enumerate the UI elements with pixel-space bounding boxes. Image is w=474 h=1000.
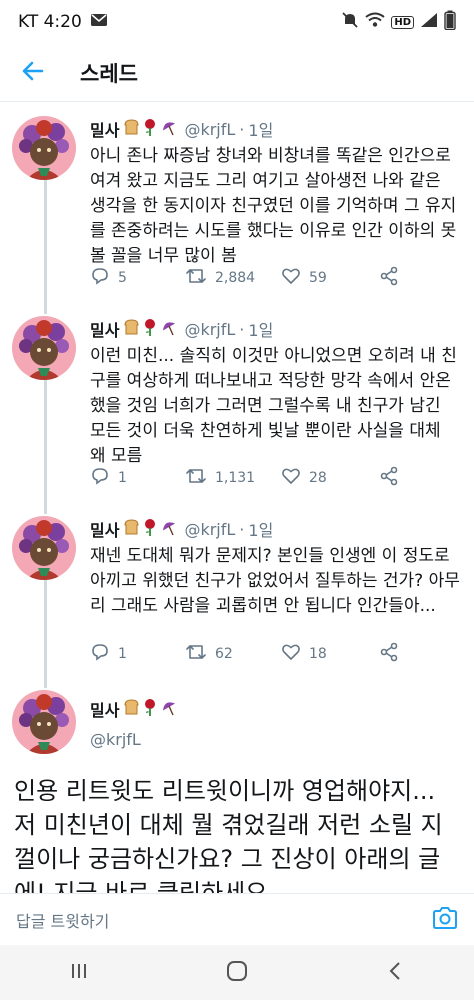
share-button[interactable] (379, 266, 409, 290)
arrow-left-icon (22, 61, 44, 85)
avatar[interactable] (12, 116, 76, 180)
handle[interactable]: @krjfL (184, 320, 235, 339)
share-icon (379, 642, 399, 666)
heart-icon (281, 642, 301, 666)
retweet-button[interactable]: 2,884 (185, 266, 281, 290)
chevron-left-icon (388, 961, 402, 985)
avatar[interactable] (12, 690, 76, 754)
reply-button[interactable]: 1 (90, 466, 185, 490)
like-button[interactable]: 18 (281, 642, 379, 666)
reply-count: 5 (118, 270, 127, 286)
timestamp[interactable]: 1일 (248, 117, 273, 141)
timestamp[interactable]: 1일 (248, 517, 273, 541)
avatar[interactable] (12, 516, 76, 580)
umbrella-icon (160, 118, 178, 140)
system-back-button[interactable] (355, 953, 435, 993)
tweet-actions: 1 1,131 28 (90, 466, 409, 490)
reply-button[interactable]: 1 (90, 642, 185, 666)
like-count: 59 (309, 270, 327, 286)
thread-header: 스레드 (0, 44, 474, 102)
author-block[interactable]: 밀사 @krjfL (90, 690, 178, 749)
home-button[interactable] (197, 953, 277, 993)
reply-count: 1 (118, 646, 127, 662)
focused-tweet[interactable]: 밀사 @krjfL 인용 리트윗도 리트윗이니까 영업해야지... 저 미친년이… (0, 690, 474, 893)
retweet-icon (185, 266, 207, 290)
like-count: 28 (309, 470, 327, 486)
share-icon (379, 466, 399, 490)
thread-tweet[interactable]: 밀사 @krjfL · 1일 재넨 도대체 뭐가 문제지? 본인들 인생엔 이 … (0, 516, 474, 681)
back-button[interactable] (0, 44, 66, 102)
display-name[interactable]: 밀사 (90, 517, 119, 541)
retweet-button[interactable]: 1,131 (185, 466, 281, 490)
page-title: 스레드 (80, 61, 138, 86)
system-nav-bar (0, 945, 474, 1000)
mute-icon (341, 11, 359, 33)
rose-icon (143, 318, 157, 340)
tweet-text: 아니 존나 짜증남 창녀와 비창녀를 똑같은 인간으로 여겨 왔고 지금도 그리… (90, 146, 457, 266)
battery-icon (444, 10, 456, 34)
retweet-count: 62 (215, 646, 233, 662)
tweet-text: 이런 미친... 솔직히 이것만 아니었으면 오히려 내 친구를 여상하게 떠나… (90, 346, 457, 466)
mail-icon (90, 12, 108, 32)
rose-icon (143, 518, 157, 540)
signal-icon (420, 12, 438, 32)
umbrella-icon (160, 698, 178, 720)
like-button[interactable]: 28 (281, 466, 379, 490)
reply-input[interactable]: 답글 트윗하기 (16, 908, 430, 932)
recent-apps-icon (69, 962, 89, 984)
camera-button[interactable] (430, 905, 460, 935)
share-button[interactable] (379, 466, 409, 490)
handle[interactable]: @krjfL (184, 120, 235, 139)
timestamp[interactable]: 1일 (248, 317, 273, 341)
retweet-icon (185, 642, 207, 666)
umbrella-icon (160, 318, 178, 340)
hd-icon: HD (391, 15, 414, 29)
separator-dot: · (239, 319, 245, 339)
carrier-time: KT 4:20 (18, 12, 82, 32)
heart-icon (281, 466, 301, 490)
bread-icon (123, 319, 140, 339)
camera-icon (432, 906, 458, 933)
rose-icon (143, 118, 157, 140)
tweet-text: 재넨 도대체 뭐가 문제지? 본인들 인생엔 이 정도로 아끼고 위했던 친구가… (90, 546, 460, 616)
retweet-icon (185, 466, 207, 490)
share-icon (379, 266, 399, 290)
like-button[interactable]: 59 (281, 266, 379, 290)
reply-icon (90, 466, 110, 490)
display-name[interactable]: 밀사 (90, 317, 119, 341)
reply-count: 1 (118, 470, 127, 486)
retweet-count: 2,884 (215, 270, 256, 286)
reply-icon (90, 642, 110, 666)
recent-apps-button[interactable] (39, 953, 119, 993)
home-icon (226, 960, 248, 986)
separator-dot: · (239, 519, 245, 539)
separator-dot: · (239, 119, 245, 139)
share-button[interactable] (379, 642, 409, 666)
bread-icon (123, 119, 140, 139)
thread-tweet[interactable]: 밀사 @krjfL · 1일 아니 존나 짜증남 창녀와 비창녀를 똑같은 인간… (0, 116, 474, 306)
thread-tweet[interactable]: 밀사 @krjfL · 1일 이런 미친... 솔직히 이것만 아니었으면 오히… (0, 316, 474, 506)
bread-icon (123, 519, 140, 539)
display-name[interactable]: 밀사 (90, 697, 119, 721)
retweet-count: 1,131 (215, 470, 256, 486)
handle[interactable]: @krjfL (184, 520, 235, 539)
retweet-button[interactable]: 62 (185, 642, 281, 666)
status-bar: KT 4:20 HD (0, 0, 474, 44)
tweet-actions: 5 2,884 59 (90, 266, 409, 290)
handle[interactable]: @krjfL (90, 730, 178, 749)
tweet-text: 인용 리트윗도 리트윗이니까 영업해야지... 저 미친년이 대체 뭘 겪었길래… (14, 777, 443, 893)
rose-icon (143, 698, 157, 720)
reply-button[interactable]: 5 (90, 266, 185, 290)
tweet-actions: 1 62 18 (90, 642, 409, 666)
reply-icon (90, 266, 110, 290)
like-count: 18 (309, 646, 327, 662)
bread-icon (123, 699, 140, 719)
reply-bar: 답글 트윗하기 (0, 893, 474, 945)
avatar[interactable] (12, 316, 76, 380)
umbrella-icon (160, 518, 178, 540)
heart-icon (281, 266, 301, 290)
wifi-icon (365, 12, 385, 32)
display-name[interactable]: 밀사 (90, 117, 119, 141)
